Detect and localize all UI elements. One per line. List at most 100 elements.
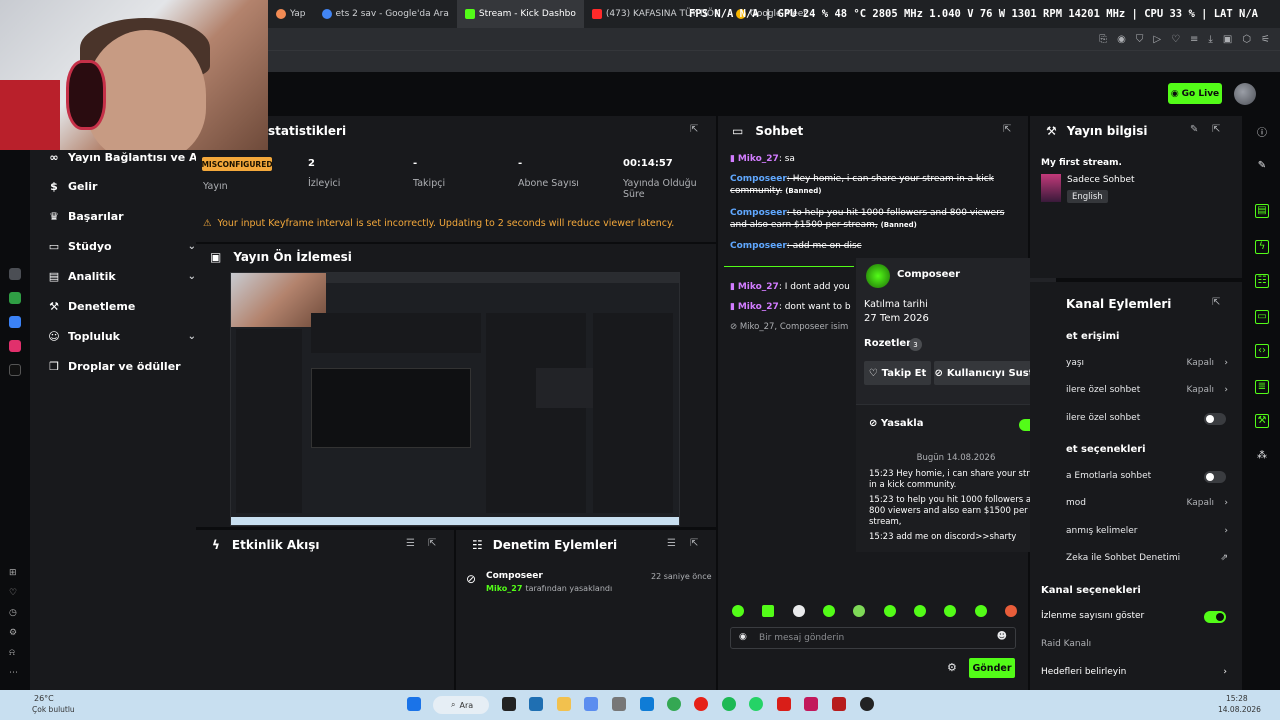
clock-time[interactable]: 15:28 xyxy=(1226,694,1248,703)
app-icon[interactable] xyxy=(832,697,846,711)
popout-icon[interactable]: ⇱ xyxy=(428,538,436,549)
emote-icon[interactable] xyxy=(853,605,866,617)
edit-icon[interactable]: ✎ xyxy=(1255,160,1269,174)
setting-row[interactable]: Zeka ile Sohbet Denetimi ⇗ xyxy=(1066,553,1228,563)
bookmark-icon[interactable]: ⎘ xyxy=(1099,34,1107,45)
chat-username[interactable]: Miko_27 xyxy=(738,154,779,164)
sidebar-item-studio[interactable]: ▭ Stüdyo ⌄ xyxy=(48,240,198,253)
app-icon[interactable] xyxy=(584,697,598,711)
sidebar-item-moderation[interactable]: ⚒ Denetleme xyxy=(48,300,198,313)
setting-row[interactable]: Hedefleri belirleyin › xyxy=(1041,667,1227,677)
clock-icon[interactable]: ◷ xyxy=(9,608,21,620)
taskview-icon[interactable] xyxy=(502,697,516,711)
more-icon[interactable]: ⋯ xyxy=(9,668,21,680)
emote-icon[interactable] xyxy=(883,605,896,617)
sidebar-item-income[interactable]: $ Gelir xyxy=(48,180,198,193)
chat-input[interactable]: ◉ Bir mesaj gönderin ☻ xyxy=(730,627,1016,649)
emote-picker-icon[interactable]: ◉ xyxy=(739,632,747,642)
popout-icon[interactable]: ⇱ xyxy=(1212,297,1220,308)
sidebar-item-community[interactable]: ☺ Topluluk ⌄ xyxy=(48,330,198,343)
edge-icon[interactable] xyxy=(640,697,654,711)
sidebar-item-drops[interactable]: ❒ Droplar ve ödüller xyxy=(48,360,198,373)
play-icon[interactable]: ▷ xyxy=(1153,34,1161,45)
moderator-name[interactable]: Miko_27 xyxy=(486,584,522,593)
send-button[interactable]: Gönder xyxy=(969,658,1015,678)
opera-icon[interactable] xyxy=(694,697,708,711)
stack-icon[interactable]: ≣ xyxy=(1255,380,1269,394)
store-icon[interactable] xyxy=(529,697,543,711)
wallet-icon[interactable]: ⚟ xyxy=(1261,34,1270,45)
moderated-user[interactable]: Composeer xyxy=(486,571,543,581)
sidebar-item-analytics[interactable]: ▤ Analitik ⌄ xyxy=(48,270,198,283)
wrench-icon[interactable]: ⚒ xyxy=(1255,414,1269,428)
download-icon[interactable]: ⤓ xyxy=(1208,34,1212,45)
instagram-icon[interactable] xyxy=(9,340,21,352)
emote-icon[interactable] xyxy=(732,605,744,617)
emote-icon[interactable] xyxy=(913,605,926,617)
code-icon[interactable]: ‹› xyxy=(1255,344,1269,358)
browser-tab[interactable]: Yap xyxy=(268,0,314,28)
emote-icon[interactable] xyxy=(944,605,957,617)
popout-icon[interactable]: ⇱ xyxy=(1003,124,1011,135)
extensions-icon[interactable]: ⬡ xyxy=(1242,34,1251,45)
chat-username[interactable]: Composeer xyxy=(730,241,787,251)
heart-icon[interactable]: ♡ xyxy=(9,588,21,600)
nodes-icon[interactable]: ⁂ xyxy=(1255,450,1269,464)
popout-icon[interactable]: ⇱ xyxy=(690,124,698,135)
lock-icon[interactable]: ▣ xyxy=(1223,34,1232,45)
taskbar-search[interactable]: ⌕ Ara xyxy=(433,696,489,714)
avatar[interactable] xyxy=(1234,83,1256,105)
camera-icon[interactable]: ◉ xyxy=(1117,34,1126,45)
heart-icon[interactable]: ♡ xyxy=(1171,34,1180,45)
sidebar-item-stream-key[interactable]: ∞ Yayın Bağlantısı ve Anahtarı xyxy=(48,151,198,164)
chat-username[interactable]: Miko_27 xyxy=(738,282,779,292)
bell-icon[interactable]: ⍾ xyxy=(9,648,21,660)
browser-tab[interactable]: ets 2 sav - Google'da Ara xyxy=(314,0,457,28)
app-icon[interactable] xyxy=(9,292,21,304)
chat-icon[interactable]: ▭ xyxy=(1255,310,1269,324)
folder-icon[interactable] xyxy=(557,697,571,711)
emote-icon[interactable] xyxy=(974,605,987,617)
app-icon[interactable] xyxy=(804,697,818,711)
chat-username[interactable]: Miko_27 xyxy=(738,302,779,312)
setting-row[interactable]: yaşı Kapalı › xyxy=(1066,358,1228,368)
browser-tab-active[interactable]: Stream - Kick Dashbo xyxy=(456,0,584,28)
edit-icon[interactable]: ✎ xyxy=(1190,124,1198,135)
popout-icon[interactable]: ⇱ xyxy=(690,538,698,549)
grid-icon[interactable]: ⊞ xyxy=(9,568,21,580)
setting-row[interactable]: anmış kelimeler › xyxy=(1066,526,1228,536)
whatsapp-icon[interactable] xyxy=(749,697,763,711)
chrome-icon[interactable] xyxy=(667,697,681,711)
setting-row[interactable]: mod Kapalı › xyxy=(1066,498,1228,508)
windows-start-icon[interactable] xyxy=(407,697,421,711)
bolt-icon[interactable]: ϟ xyxy=(1255,240,1269,254)
stream-preview-video[interactable] xyxy=(230,272,680,526)
filter-icon[interactable]: ☰ xyxy=(667,538,676,549)
setting-row[interactable]: ilere özel sohbet Kapalı › xyxy=(1066,385,1228,395)
chat-username[interactable]: Composeer xyxy=(730,208,787,218)
emote-icon[interactable] xyxy=(762,605,775,617)
app-icon[interactable] xyxy=(860,697,874,711)
go-live-button[interactable]: ◉ Go Live xyxy=(1168,83,1222,104)
emote-icon[interactable] xyxy=(792,605,805,617)
list-icon[interactable]: ☷ xyxy=(1255,274,1269,288)
app-icon[interactable] xyxy=(9,268,21,280)
settings-icon[interactable] xyxy=(612,697,626,711)
setting-toggle[interactable] xyxy=(1204,413,1226,425)
category-name[interactable]: Sadece Sohbet xyxy=(1067,175,1135,185)
layout-icon[interactable]: ▤ xyxy=(1255,204,1269,218)
sidebar-item-achievements[interactable]: ♛ Başarılar xyxy=(48,210,198,223)
filter-icon[interactable]: ☰ xyxy=(406,538,415,549)
popout-icon[interactable]: ⇱ xyxy=(1212,124,1220,135)
info-icon[interactable]: ⓘ xyxy=(1255,124,1269,139)
follow-button[interactable]: ♡ Takip Et xyxy=(864,361,931,385)
emote-icon[interactable] xyxy=(1004,605,1017,617)
emote-icon[interactable] xyxy=(822,605,835,617)
settings-icon[interactable]: ⚙ xyxy=(947,661,957,674)
smile-icon[interactable]: ☻ xyxy=(997,631,1007,642)
show-viewcount-toggle[interactable] xyxy=(1204,611,1226,623)
shield-icon[interactable]: ⛉ xyxy=(1136,34,1144,45)
setting-toggle[interactable] xyxy=(1204,471,1226,483)
chat-username[interactable]: Composeer xyxy=(730,174,787,184)
weather-temp[interactable]: 26°C xyxy=(34,694,54,703)
